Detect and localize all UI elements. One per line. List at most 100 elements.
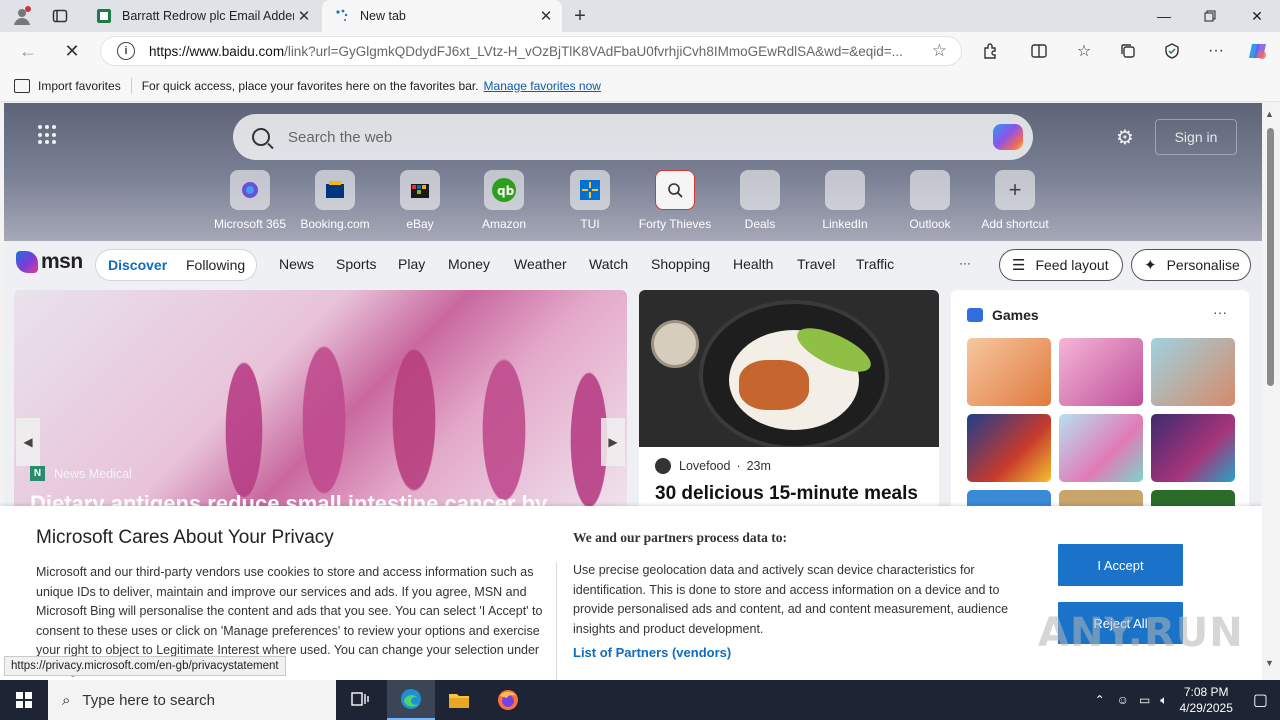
volume-icon[interactable]: 🔈︎ [1160,693,1167,708]
game-tile[interactable] [1059,414,1143,482]
address-bar[interactable]: i https://www.baidu.com/link?url=GyGlgmk… [100,36,962,66]
taskbar-search-input[interactable]: Type here to search [82,692,215,709]
import-favorites-button[interactable]: Import favorites [14,78,121,93]
close-tab-icon[interactable]: ✕ [536,6,556,26]
tab-following[interactable]: Following [186,257,245,273]
url-text[interactable]: https://www.baidu.com/link?url=GyGlgmkQD… [149,44,919,59]
card-source: N News Medical [30,466,132,481]
nav-watch[interactable]: Watch [589,256,628,272]
feed-layout-button[interactable]: ☰ Feed layout [999,249,1123,281]
favorites-icon[interactable]: ☆ [1070,38,1098,64]
search-icon [252,128,270,146]
shortcut-ebay[interactable]: eBay [380,170,460,231]
extensions-icon[interactable] [977,38,1005,64]
settings-more-icon[interactable]: ··· [1202,38,1230,64]
news-card-main[interactable]: ◀ ▶ N News Medical Dietary antigens redu… [14,290,627,510]
tab-discover[interactable]: Discover [108,257,167,273]
manage-favorites-link[interactable]: Manage favorites now [484,79,601,93]
game-tile[interactable] [967,414,1051,482]
shortcut-forty-thieves[interactable]: Forty Thieves [635,170,715,231]
people-icon[interactable]: ☺ [1117,693,1129,707]
more-options-icon[interactable]: ··· [1213,304,1227,320]
shortcut-deals[interactable]: Deals [720,170,800,231]
personalise-button[interactable]: ✦ Personalise [1131,249,1251,281]
close-window-icon[interactable]: ✕ [1234,0,1280,32]
nav-travel[interactable]: Travel [797,256,835,272]
restore-icon[interactable] [1187,0,1233,32]
carousel-prev-icon[interactable]: ◀ [16,418,40,466]
stop-loading-icon[interactable]: ✕ [58,38,86,64]
game-tile[interactable] [1059,338,1143,406]
network-icon[interactable]: ▭ [1139,693,1150,707]
clock[interactable]: 7:08 PM 4/29/2025 [1179,684,1232,716]
nav-weather[interactable]: Weather [514,256,567,272]
shortcut-tui[interactable]: TUI [550,170,630,231]
start-button[interactable] [0,680,48,720]
games-header[interactable]: Games [967,307,1039,323]
firefox-icon[interactable] [484,680,532,720]
nav-news[interactable]: News [279,256,314,272]
linkedin-icon [825,170,865,210]
edge-taskbar-icon[interactable] [387,680,435,720]
add-shortcut-button[interactable]: + Add shortcut [975,170,1055,231]
nav-shopping[interactable]: Shopping [651,256,710,272]
card-headline[interactable]: 30 delicious 15-minute meals [655,483,918,505]
nav-health[interactable]: Health [733,256,773,272]
sign-in-button[interactable]: Sign in [1155,119,1237,155]
minimize-icon[interactable]: — [1141,0,1187,32]
site-info-icon[interactable]: i [117,42,135,60]
shortcut-amazon[interactable]: qb Amazon [464,170,544,231]
tab-barratt[interactable]: Barratt Redrow plc Email Addend ✕ [84,0,320,32]
close-tab-icon[interactable]: ✕ [294,6,314,26]
chevron-up-icon[interactable]: ⌃ [1095,693,1105,707]
game-tile[interactable] [1151,338,1235,406]
nav-sports[interactable]: Sports [336,256,376,272]
web-search-box[interactable]: Search the web [233,114,1033,160]
shortcut-outlook[interactable]: Outlook [890,170,970,231]
scroll-down-icon[interactable]: ▼ [1265,658,1274,668]
scrollbar-thumb[interactable] [1267,128,1274,386]
game-tile[interactable] [967,338,1051,406]
game-tile[interactable] [1151,414,1235,482]
news-card-food[interactable]: Lovefood · 23m 30 delicious 15-minute me… [639,290,939,510]
app-launcher-icon[interactable] [38,125,58,145]
copilot-icon[interactable] [1244,38,1272,64]
list-of-partners-link[interactable]: List of Partners (vendors) [573,645,731,660]
collections-icon[interactable] [1114,38,1142,64]
scroll-up-icon[interactable]: ▲ [1265,109,1274,119]
tab-actions-icon[interactable] [48,4,72,28]
svg-text:qb: qb [497,184,515,198]
shortcut-linkedin[interactable]: LinkedIn [805,170,885,231]
forty-thieves-icon [655,170,695,210]
gear-icon[interactable]: ⚙ [1116,125,1134,150]
browser-essentials-icon[interactable] [1158,38,1186,64]
nav-play[interactable]: Play [398,256,425,272]
shortcut-booking[interactable]: Booking.com [295,170,375,231]
system-tray: ⌃ ☺ ▭ 🔈︎ 7:08 PM 4/29/2025 ▢ [1095,680,1280,720]
msn-logo[interactable]: msn [16,250,83,274]
copilot-search-icon[interactable] [993,124,1023,150]
accept-button[interactable]: I Accept [1058,544,1183,586]
task-view-icon[interactable] [336,680,384,720]
favorite-star-icon[interactable]: ☆ [932,41,947,61]
games-icon [967,308,983,322]
split-screen-icon[interactable] [1025,38,1053,64]
new-tab-icon[interactable]: + [568,4,592,28]
nav-money[interactable]: Money [448,256,490,272]
file-explorer-icon[interactable] [435,680,483,720]
card-image [639,290,939,447]
profile-icon[interactable] [10,4,34,28]
address-toolbar: ← ✕ i https://www.baidu.com/link?url=GyG… [0,32,1280,70]
carousel-next-icon[interactable]: ▶ [601,418,625,466]
tab-new-tab[interactable]: New tab ✕ [322,0,562,32]
back-icon[interactable]: ← [14,38,42,64]
shortcut-microsoft-365[interactable]: Microsoft 365 [210,170,290,231]
card-image [204,310,624,510]
page-scrollbar[interactable]: ▲ ▼ [1262,103,1280,680]
nav-traffic[interactable]: Traffic [856,256,894,272]
search-input[interactable]: Search the web [288,129,392,146]
document-icon [96,8,112,24]
notifications-icon[interactable]: ▢ [1253,690,1268,710]
more-nav-icon[interactable]: ··· [959,256,971,270]
taskbar-search[interactable]: ⌕ Type here to search [48,680,336,720]
